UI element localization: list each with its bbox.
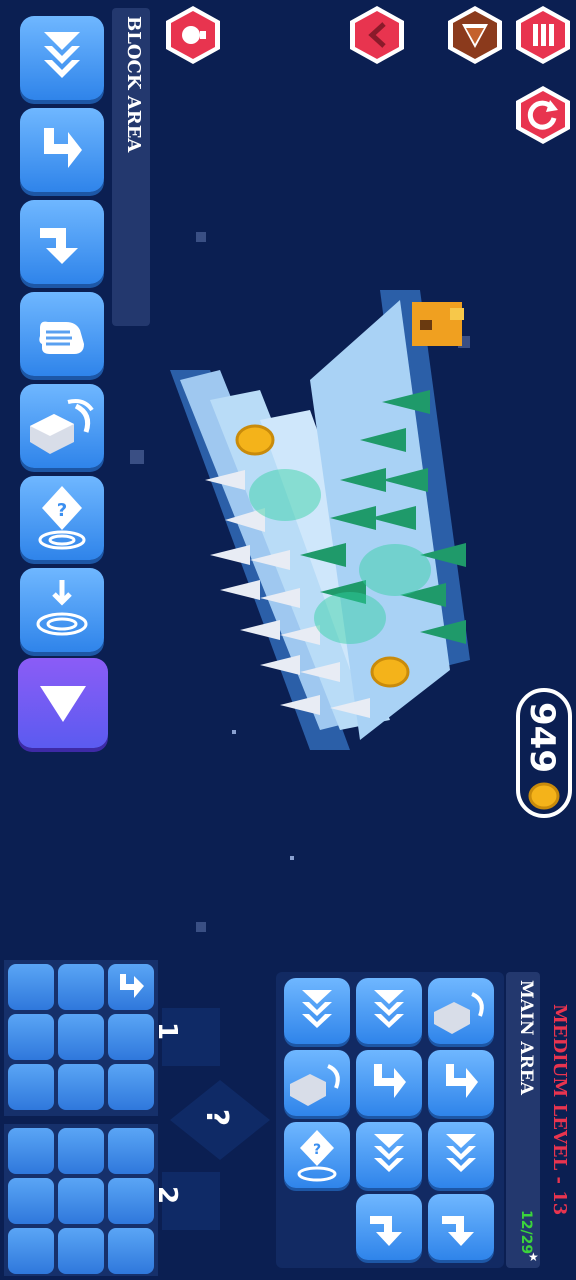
block-area-label: BLOCK AREA xyxy=(123,16,144,153)
portal-icon xyxy=(314,592,386,644)
rotate-block-icon xyxy=(290,1064,340,1106)
main-slot-rotate[interactable] xyxy=(428,978,494,1044)
main-slot-turn-left[interactable] xyxy=(356,1050,422,1116)
f1-slot[interactable] xyxy=(58,1064,104,1110)
turn-right-icon xyxy=(442,1216,474,1246)
f1-slot[interactable] xyxy=(58,1014,104,1060)
turn-right-icon xyxy=(370,1216,402,1246)
menu-bars-icon xyxy=(533,24,554,46)
block-area-label-bar: BLOCK AREA xyxy=(112,8,150,326)
move-down-icon xyxy=(374,1134,404,1172)
block-hand-stop[interactable] xyxy=(20,292,104,376)
main-slot-move-down[interactable] xyxy=(356,1122,422,1188)
main-slot-move-down[interactable] xyxy=(356,978,422,1044)
turn-left-icon xyxy=(44,128,82,168)
mystery-portal-icon: ? xyxy=(38,486,86,550)
move-down-icon xyxy=(374,990,404,1028)
svg-text:?: ? xyxy=(57,500,67,521)
fox-character-icon xyxy=(412,302,464,346)
f1-slot[interactable] xyxy=(8,964,54,1010)
move-down-icon xyxy=(302,990,332,1028)
f2-slot[interactable] xyxy=(58,1128,104,1174)
function-2-tab[interactable]: 2 xyxy=(152,1172,220,1230)
coin-counter: 949 xyxy=(516,688,572,818)
f2-slot[interactable] xyxy=(108,1128,154,1174)
game-board xyxy=(170,290,470,750)
turn-left-icon xyxy=(446,1064,478,1098)
function-1-label: 1 xyxy=(151,1022,182,1041)
hint-button[interactable] xyxy=(162,4,224,66)
move-down-icon xyxy=(446,1134,476,1172)
main-area-label: MAIN AREA xyxy=(516,980,536,1095)
block-mystery-portal[interactable]: ? xyxy=(20,476,104,560)
turn-left-icon xyxy=(120,974,144,998)
f2-slot[interactable] xyxy=(58,1178,104,1224)
star-dot xyxy=(130,450,144,464)
level-label: MEDIUM LEVEL - 13 xyxy=(549,1004,570,1216)
star-icon: ★ xyxy=(528,1250,539,1264)
f1-slot[interactable] xyxy=(108,1064,154,1110)
hand-stop-icon xyxy=(39,321,84,354)
rotate-block-icon xyxy=(434,992,484,1034)
rotate-block-icon xyxy=(30,399,94,454)
main-slot-turn-right[interactable] xyxy=(428,1194,494,1260)
coin-count: 949 xyxy=(522,702,562,773)
f1-slot[interactable] xyxy=(108,964,154,1010)
main-slot-rotate[interactable] xyxy=(284,1050,350,1116)
main-area-program: ? xyxy=(276,972,504,1268)
character-button[interactable] xyxy=(444,4,506,66)
f2-slot[interactable] xyxy=(8,1128,54,1174)
f1-slot[interactable] xyxy=(8,1064,54,1110)
main-slot-move-down[interactable] xyxy=(284,978,350,1044)
turn-right-icon xyxy=(40,228,78,264)
portal-icon xyxy=(359,544,431,596)
block-portal-drop[interactable] xyxy=(20,568,104,652)
back-button[interactable] xyxy=(346,4,408,66)
coin-icon xyxy=(235,424,275,456)
program-counter: 12/29 xyxy=(518,1210,534,1255)
star-dot xyxy=(196,232,206,242)
coin-icon xyxy=(528,782,560,810)
f2-slot[interactable] xyxy=(108,1178,154,1224)
f1-slot[interactable] xyxy=(108,1014,154,1060)
main-slot-mystery-portal[interactable]: ? xyxy=(284,1122,350,1188)
function-2-label: 2 xyxy=(151,1186,182,1205)
f2-slot[interactable] xyxy=(108,1228,154,1274)
portal-drop-icon xyxy=(36,580,88,636)
restart-button[interactable] xyxy=(512,84,574,146)
block-turn-right[interactable] xyxy=(20,200,104,284)
menu-button[interactable] xyxy=(512,4,574,66)
mystery-function-tab[interactable]: ? xyxy=(170,1080,270,1160)
f1-slot[interactable] xyxy=(58,964,104,1010)
star-dot xyxy=(196,922,206,932)
main-slot-turn-left[interactable] xyxy=(428,1050,494,1116)
move-down-icon xyxy=(44,32,80,78)
block-turn-left[interactable] xyxy=(20,108,104,192)
f2-slot[interactable] xyxy=(8,1228,54,1274)
f2-slot[interactable] xyxy=(8,1178,54,1224)
f1-slot[interactable] xyxy=(8,1014,54,1060)
main-area-label-bar: MAIN AREA 12/29 ★ xyxy=(506,972,540,1268)
function-1-tab[interactable]: 1 xyxy=(152,1008,220,1066)
block-palette: ? xyxy=(10,10,110,750)
main-slot-move-down[interactable] xyxy=(428,1122,494,1188)
play-icon xyxy=(40,686,86,722)
star-dot xyxy=(290,856,294,860)
main-slot-turn-right[interactable] xyxy=(356,1194,422,1260)
play-button[interactable] xyxy=(18,658,108,748)
block-rotate[interactable] xyxy=(20,384,104,468)
f2-slot[interactable] xyxy=(58,1228,104,1274)
portal-icon xyxy=(249,469,321,521)
svg-text:?: ? xyxy=(313,1142,321,1158)
turn-left-icon xyxy=(374,1064,406,1098)
block-move-down[interactable] xyxy=(20,16,104,100)
coin-icon xyxy=(370,656,410,688)
mystery-portal-icon: ? xyxy=(297,1130,337,1182)
mystery-function-label: ? xyxy=(199,1108,235,1127)
